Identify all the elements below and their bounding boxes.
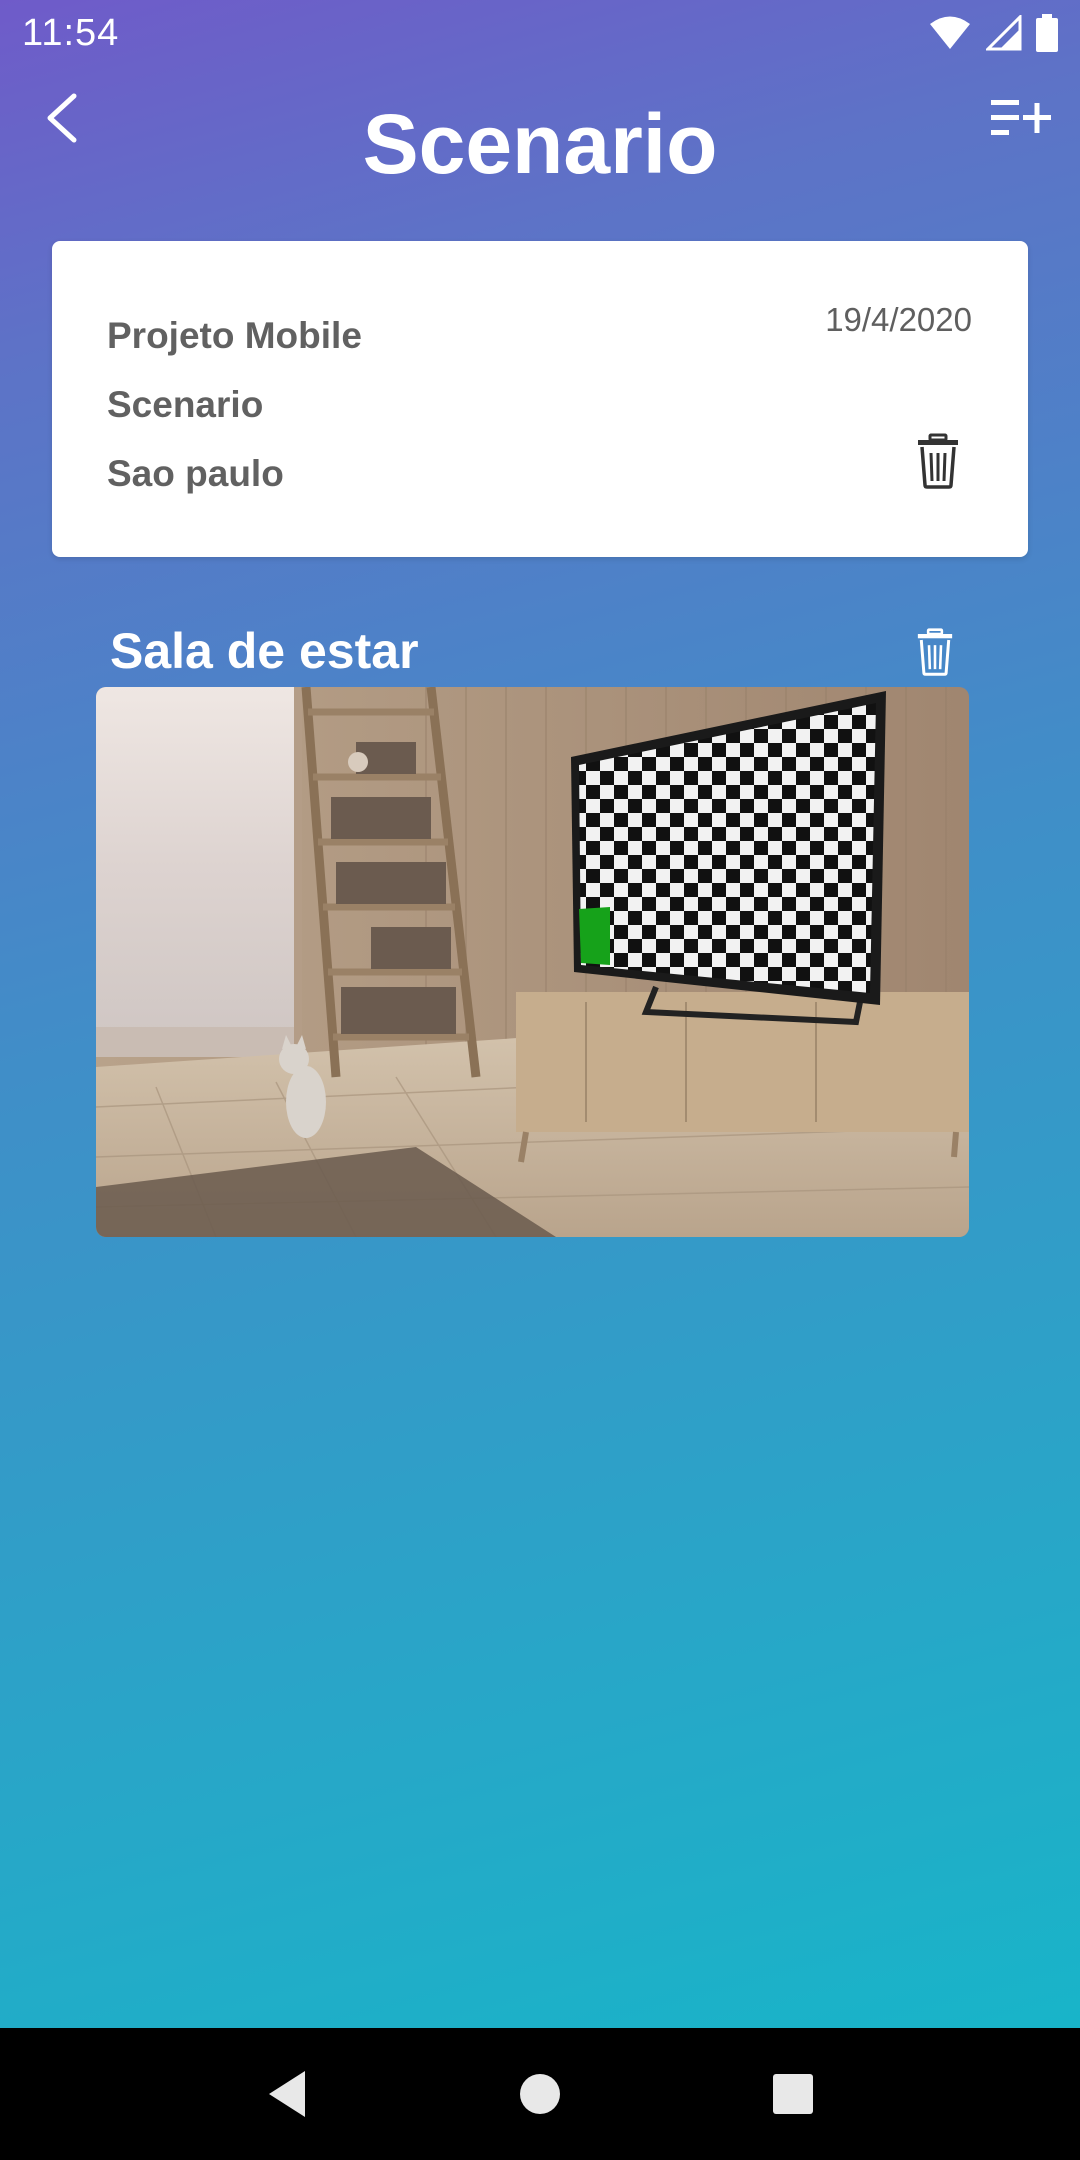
nav-recents-button[interactable] — [753, 2054, 833, 2134]
project-name: Projeto Mobile — [107, 315, 362, 356]
room-image[interactable] — [96, 687, 969, 1237]
system-nav-bar — [0, 2028, 1080, 2160]
app-header: Scenario — [0, 66, 1080, 226]
nav-home-button[interactable] — [500, 2054, 580, 2134]
status-time: 11:54 — [22, 11, 120, 54]
back-triangle-icon — [268, 2071, 305, 2117]
page-title: Scenario — [362, 97, 718, 191]
status-bar: 11:54 — [0, 0, 1080, 66]
recents-square-icon — [773, 2074, 814, 2114]
status-icons — [928, 14, 1058, 52]
wifi-icon — [930, 16, 970, 49]
delete-project-button[interactable] — [916, 433, 960, 489]
battery-icon — [1036, 14, 1058, 52]
project-date: 19/4/2020 — [825, 301, 972, 338]
nav-back-button[interactable] — [247, 2054, 327, 2134]
signal-icon — [986, 15, 1022, 51]
living-room-photo — [96, 687, 969, 1237]
home-circle-icon — [519, 2074, 560, 2114]
delete-room-button[interactable] — [916, 628, 954, 676]
project-card[interactable]: Projeto Mobile Scenario Sao paulo 19/4/2… — [52, 241, 1028, 557]
trash-icon — [917, 628, 953, 676]
room-title: Sala de estar — [110, 623, 419, 679]
add-room-button[interactable] — [986, 88, 1056, 148]
project-location: Sao paulo — [107, 453, 284, 494]
playlist-add-icon — [991, 100, 1051, 135]
project-type: Scenario — [107, 384, 264, 425]
room-header: Sala de estar — [96, 614, 966, 690]
trash-icon — [918, 433, 958, 489]
